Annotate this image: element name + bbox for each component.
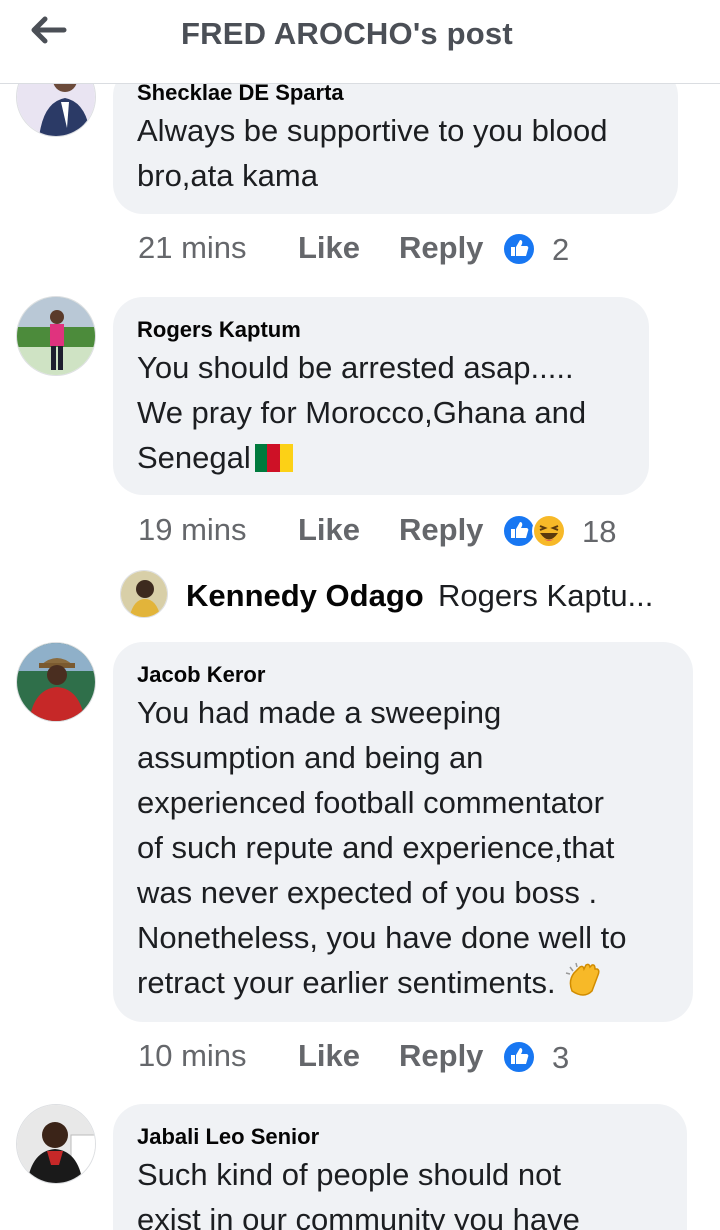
comment-bubble: Jacob Keror You had made a sweeping assu… xyxy=(113,642,693,1022)
comment-time[interactable]: 19 mins xyxy=(138,512,247,548)
reply-button[interactable]: Reply xyxy=(399,1038,483,1074)
reply-button[interactable]: Reply xyxy=(399,512,483,548)
like-reaction-icon xyxy=(502,232,536,266)
comment-meta: 19 mins Like Reply 18 xyxy=(138,512,638,552)
arrow-left-icon xyxy=(31,16,67,44)
like-button[interactable]: Like xyxy=(298,1038,360,1074)
comment-time[interactable]: 21 mins xyxy=(138,230,247,266)
comment-author[interactable]: Jacob Keror xyxy=(137,662,669,688)
avatar[interactable] xyxy=(16,296,96,376)
reaction-summary[interactable]: 2 xyxy=(502,232,592,267)
comment-bubble: Jabali Leo Senior Such kind of people sh… xyxy=(113,1104,687,1230)
reaction-count: 3 xyxy=(552,1040,570,1075)
like-button[interactable]: Like xyxy=(298,230,360,266)
comment-meta: 21 mins Like Reply 2 xyxy=(138,230,608,270)
reaction-summary[interactable]: 18 xyxy=(502,514,632,549)
comment-text: You should be arrested asap..... We pray… xyxy=(137,350,587,475)
page-title: FRED AROCHO's post xyxy=(181,16,513,51)
like-reaction-icon xyxy=(502,1040,536,1074)
haha-reaction-icon xyxy=(532,514,566,548)
back-button[interactable] xyxy=(24,14,72,50)
comment-author[interactable]: Rogers Kaptum xyxy=(137,317,625,343)
reply-avatar xyxy=(120,570,168,618)
comment-bubble: Rogers Kaptum You should be arrested asa… xyxy=(113,297,649,495)
like-button[interactable]: Like xyxy=(298,512,360,548)
cameroon-flag-icon xyxy=(254,439,293,472)
comment-author[interactable]: Jabali Leo Senior xyxy=(137,1124,663,1150)
clapping-hands-icon xyxy=(565,962,600,996)
reply-author: Kennedy Odago xyxy=(186,578,424,613)
top-bar: FRED AROCHO's post xyxy=(0,0,720,84)
comment-meta: 10 mins Like Reply 3 xyxy=(138,1038,608,1078)
comment-text: You had made a sweeping assumption and b… xyxy=(137,695,627,1000)
comment-text: Always be supportive to you blood bro,at… xyxy=(137,113,608,193)
comment-bubble: Shecklae DE Sparta Always be supportive … xyxy=(113,66,678,214)
reaction-count: 18 xyxy=(582,514,617,549)
like-reaction-icon xyxy=(502,514,536,548)
avatar[interactable] xyxy=(16,642,96,722)
reaction-summary[interactable]: 3 xyxy=(502,1040,592,1075)
reply-text: Rogers Kaptu... xyxy=(438,578,654,613)
reaction-count: 2 xyxy=(552,232,570,267)
reply-button[interactable]: Reply xyxy=(399,230,483,266)
avatar[interactable] xyxy=(16,1104,96,1184)
comment-text: Such kind of people should not exist in … xyxy=(137,1157,580,1230)
reply-preview-row[interactable]: Kennedy Odago Rogers Kaptu... xyxy=(120,570,700,620)
comment-time[interactable]: 10 mins xyxy=(138,1038,247,1074)
